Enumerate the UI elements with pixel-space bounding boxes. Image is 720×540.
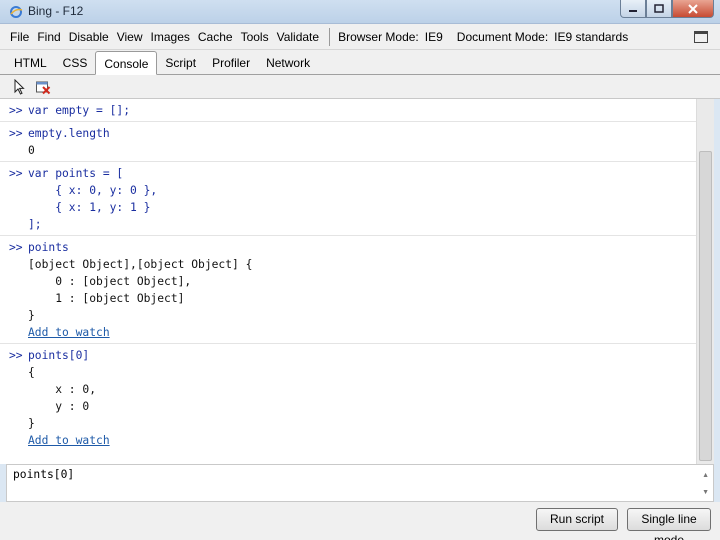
- document-mode-value[interactable]: IE9 standards: [554, 30, 628, 44]
- console-prompt: >>: [9, 241, 23, 254]
- bottom-bar: Run script Single line mode: [0, 502, 720, 540]
- console-output-line: y : 0: [28, 400, 90, 413]
- console-output-line: 0 : [object Object],: [28, 275, 192, 288]
- window-title: Bing - F12: [28, 4, 84, 18]
- console-output-line: 0: [28, 144, 35, 157]
- add-to-watch-link[interactable]: Add to watch: [28, 432, 110, 449]
- console-toolbar: [0, 75, 720, 99]
- console-entry: >> empty.length 0: [0, 122, 696, 162]
- menu-cache[interactable]: Cache: [198, 30, 233, 44]
- tab-console[interactable]: Console: [95, 51, 158, 75]
- console-input-text[interactable]: points[0]: [13, 468, 74, 481]
- tab-profiler[interactable]: Profiler: [204, 52, 258, 74]
- browser-mode-value[interactable]: IE9: [425, 30, 443, 44]
- document-mode-label[interactable]: Document Mode:: [457, 30, 548, 44]
- add-to-watch-link[interactable]: Add to watch: [28, 324, 110, 341]
- console-scrollbar[interactable]: [696, 99, 714, 464]
- console-prompt: >>: [9, 104, 23, 117]
- console-input-line: var points = [: [28, 167, 124, 180]
- console-input-line: points[0]: [28, 349, 90, 362]
- input-scroll-arrows-icon[interactable]: ▲ ▼: [702, 467, 709, 501]
- browser-mode-label[interactable]: Browser Mode:: [338, 30, 419, 44]
- tab-bar: HTML CSS Console Script Profiler Network: [0, 50, 720, 75]
- console-input-line: empty.length: [28, 127, 110, 140]
- ie-icon: [10, 6, 23, 18]
- menu-find[interactable]: Find: [37, 30, 60, 44]
- console-output-line: }: [28, 309, 35, 322]
- title-bar: Bing - F12: [0, 0, 720, 24]
- single-line-mode-button[interactable]: Single line mode: [627, 508, 711, 540]
- menu-file[interactable]: File: [10, 30, 29, 44]
- tab-network[interactable]: Network: [258, 52, 318, 74]
- console-prompt: >>: [9, 127, 23, 140]
- menu-tools[interactable]: Tools: [241, 30, 269, 44]
- console-prompt: >>: [9, 167, 23, 180]
- minimize-button[interactable]: [620, 0, 646, 18]
- console-input-line: { x: 0, y: 0 },: [28, 184, 158, 197]
- console-output-line: {: [28, 366, 35, 379]
- menu-images[interactable]: Images: [151, 30, 190, 44]
- console-input-line: var empty = [];: [28, 104, 131, 117]
- select-element-icon[interactable]: [12, 79, 28, 95]
- console-entry: >> points [object Object],[object Object]…: [0, 236, 696, 344]
- console-output-line: [object Object],[object Object] {: [28, 258, 253, 271]
- close-button[interactable]: [672, 0, 714, 18]
- console-input-line: points: [28, 241, 69, 254]
- scrollbar-thumb[interactable]: [699, 151, 712, 461]
- console-output-line: x : 0,: [28, 383, 97, 396]
- tab-css[interactable]: CSS: [55, 52, 96, 74]
- menu-bar: File Find Disable View Images Cache Tool…: [0, 24, 720, 50]
- console-input-line: ];: [28, 218, 42, 231]
- minimize-icon: [629, 9, 637, 12]
- console-entry: >> var empty = [];: [0, 99, 696, 122]
- undock-icon[interactable]: [694, 31, 708, 43]
- console-input[interactable]: points[0] ▲ ▼: [6, 464, 714, 502]
- menu-disable[interactable]: Disable: [69, 30, 109, 44]
- console-output-line: }: [28, 417, 35, 430]
- console-input-line: { x: 1, y: 1 }: [28, 201, 151, 214]
- menu-separator: [329, 27, 331, 46]
- console-output-line: 1 : [object Object]: [28, 292, 185, 305]
- console-entry: >> points[0] { x : 0, y : 0 } Add to watc…: [0, 344, 696, 451]
- tab-script[interactable]: Script: [157, 52, 204, 74]
- menu-view[interactable]: View: [117, 30, 143, 44]
- close-icon: [688, 3, 698, 14]
- tab-html[interactable]: HTML: [6, 52, 55, 74]
- menu-validate[interactable]: Validate: [277, 30, 319, 44]
- console-entry: >> var points = [ { x: 0, y: 0 }, { x: 1,…: [0, 162, 696, 236]
- console-output: >> var empty = []; >> empty.length 0 >> var…: [0, 99, 696, 464]
- run-script-button[interactable]: Run script: [536, 508, 618, 531]
- maximize-button[interactable]: [646, 0, 672, 18]
- console-prompt: >>: [9, 349, 23, 362]
- maximize-icon: [654, 4, 664, 13]
- clear-console-icon[interactable]: [35, 79, 51, 95]
